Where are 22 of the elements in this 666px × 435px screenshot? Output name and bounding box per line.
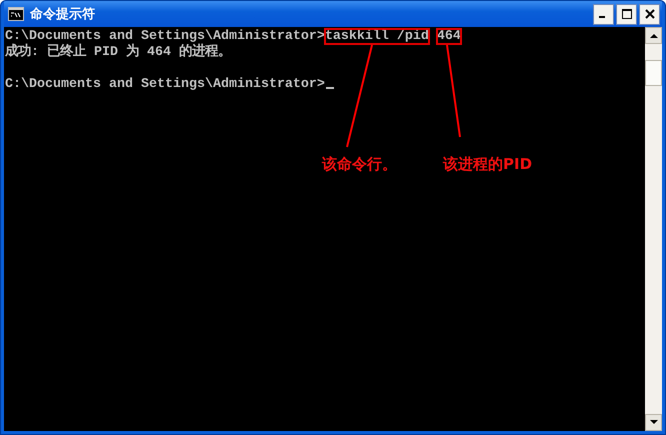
- scrollbar[interactable]: [645, 27, 662, 431]
- window-title: 命令提示符: [30, 6, 96, 23]
- annotation-label: 该命令行。: [322, 155, 397, 174]
- pid-text: 464: [436, 29, 461, 44]
- text-cursor: [326, 87, 334, 89]
- minimize-button[interactable]: [593, 4, 614, 24]
- minimize-icon: [598, 16, 604, 18]
- close-icon: [644, 9, 654, 19]
- maximize-button[interactable]: [616, 4, 637, 24]
- up-arrow-icon: [650, 33, 658, 38]
- output-text: 成功: 已终止 PID 为 464 的进程。: [5, 45, 231, 60]
- console-icon: [8, 7, 24, 21]
- annotation-label: 该进程的PID: [443, 155, 532, 174]
- maximize-icon: [622, 9, 632, 19]
- command-text: taskkill /pid: [324, 29, 429, 44]
- scroll-down-button[interactable]: [645, 414, 662, 431]
- close-button[interactable]: [639, 4, 660, 24]
- prompt-text: C:\Documents and Settings\Administrator>: [5, 77, 325, 92]
- down-arrow-icon: [650, 420, 658, 425]
- scroll-thumb[interactable]: [645, 60, 662, 86]
- scroll-up-button[interactable]: [645, 27, 662, 44]
- prompt-text: C:\Documents and Settings\Administrator>: [5, 29, 325, 44]
